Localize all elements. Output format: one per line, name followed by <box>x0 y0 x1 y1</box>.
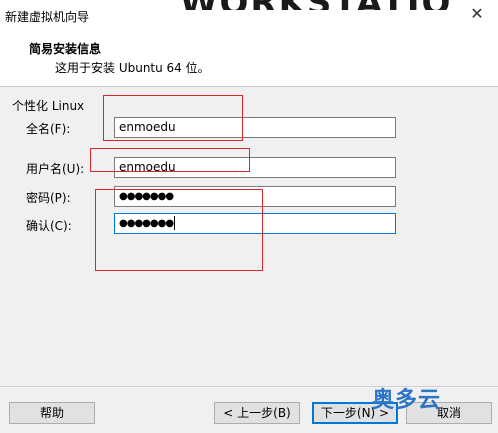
title-bar: 新建虚拟机向导 WORKSTATION 12 ✕ <box>0 0 498 31</box>
window-title: 新建虚拟机向导 <box>5 10 90 24</box>
confirm-input-value: ●●●●●●● <box>119 218 174 229</box>
brand-logo: 奥多云 <box>372 388 442 413</box>
confirm-label: 确认(C): <box>26 219 72 233</box>
wizard-header: 简易安装信息 这用于安装 Ubuntu 64 位。 <box>0 31 498 87</box>
password-label: 密码(P): <box>26 191 71 205</box>
confirm-input[interactable]: ●●●●●●● <box>114 213 396 234</box>
username-label: 用户名(U): <box>26 162 85 176</box>
group-label-personalize-linux: 个性化 Linux <box>12 99 85 113</box>
text-caret <box>174 216 176 230</box>
close-icon[interactable]: ✕ <box>462 3 492 25</box>
page-subtitle: 这用于安装 Ubuntu 64 位。 <box>55 61 210 75</box>
username-input[interactable]: enmoedu <box>114 157 396 178</box>
help-button[interactable]: 帮助 <box>9 402 95 424</box>
back-button[interactable]: < 上一步(B) <box>214 402 300 424</box>
fullname-input[interactable]: enmoedu <box>114 117 396 138</box>
fullname-label: 全名(F): <box>26 122 71 136</box>
workstation-watermark: WORKSTATION 12 <box>180 0 450 10</box>
page-title: 简易安装信息 <box>29 42 102 56</box>
password-input[interactable]: ●●●●●●● <box>114 186 396 207</box>
